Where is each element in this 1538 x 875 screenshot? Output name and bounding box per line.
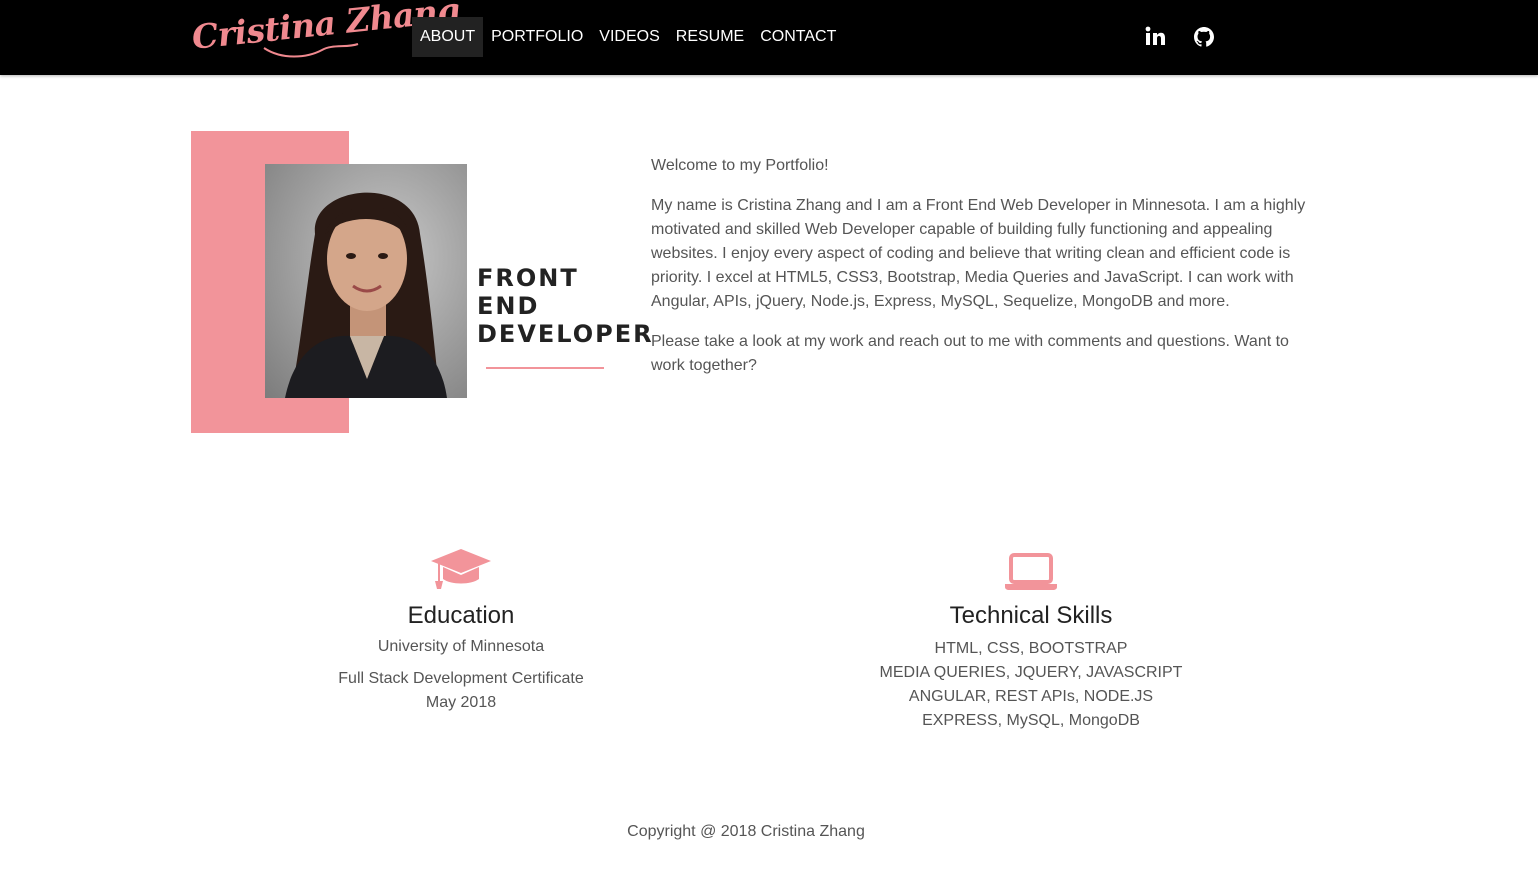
skills-list: HTML, CSS, BOOTSTRAP MEDIA QUERIES, JQUE… [831, 637, 1231, 733]
headline-line: DEVELOPER [477, 320, 654, 348]
nav-item-resume[interactable]: RESUME [668, 17, 752, 57]
graduation-cap-icon [431, 549, 491, 589]
skills-section: Technical Skills HTML, CSS, BOOTSTRAP ME… [831, 545, 1231, 733]
headline-line: FRONT [477, 264, 579, 292]
education-title: Education [407, 602, 515, 629]
skills-title: Technical Skills [949, 602, 1113, 629]
education-date: May 2018 [425, 694, 497, 711]
nav-item-about[interactable]: ABOUT [412, 17, 484, 57]
profile-photo [265, 164, 467, 398]
intro-bio: My name is Cristina Zhang and I am a Fro… [651, 197, 1306, 310]
main-nav: ABOUT PORTFOLIO VIDEOS RESUME CONTACT [412, 17, 844, 57]
education-school: University of Minnesota [377, 638, 545, 655]
linkedin-icon[interactable] [1143, 24, 1167, 50]
nav-item-portfolio[interactable]: PORTFOLIO [483, 17, 591, 57]
intro-welcome: Welcome to my Portfolio! [651, 157, 829, 174]
skills-line: ANGULAR, REST APIs, NODE.JS [908, 688, 1154, 705]
intro-call-to-action: Please take a look at my work and reach … [651, 333, 1289, 374]
headline: FRONT END DEVELOPER [477, 264, 654, 348]
headline-underline [486, 367, 604, 369]
nav-item-contact[interactable]: CONTACT [752, 17, 844, 57]
education-section: Education University of Minnesota Full S… [261, 545, 661, 715]
headline-line: END [477, 292, 540, 320]
education-certificate: Full Stack Development Certificate [338, 670, 584, 687]
navbar: Cristina Zhang ABOUT PORTFOLIO VIDEOS RE… [0, 0, 1538, 75]
brand-swash-decoration [263, 43, 359, 58]
skills-line: HTML, CSS, BOOTSTRAP [934, 640, 1128, 657]
nav-item-videos[interactable]: VIDEOS [591, 17, 667, 57]
footer-copyright: Copyright @ 2018 Cristina Zhang [627, 823, 865, 840]
intro-text: Welcome to my Portfolio! My name is Cris… [651, 154, 1311, 394]
laptop-icon [1005, 553, 1057, 590]
skills-line: EXPRESS, MySQL, MongoDB [922, 712, 1140, 729]
skills-line: MEDIA QUERIES, JQUERY, JAVASCRIPT [879, 664, 1183, 681]
github-icon[interactable] [1192, 24, 1216, 50]
